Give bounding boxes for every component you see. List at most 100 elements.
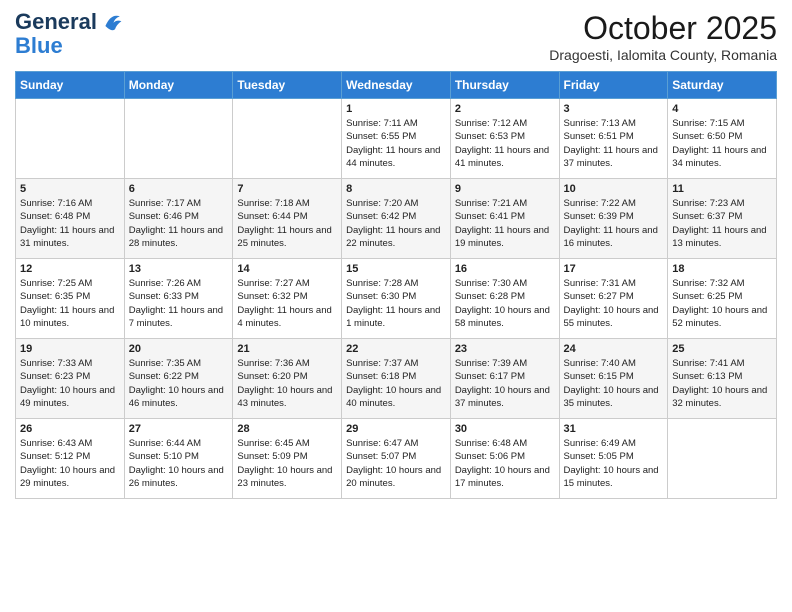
cell-content: Sunrise: 7:22 AM Sunset: 6:39 PM Dayligh… [564,197,664,250]
calendar-cell: 4 Sunrise: 7:15 AM Sunset: 6:50 PM Daylig… [668,99,777,179]
day-number: 14 [237,263,337,275]
day-number: 26 [20,423,120,435]
day-number: 3 [564,103,664,115]
day-number: 17 [564,263,664,275]
calendar-week-4: 19 Sunrise: 7:33 AM Sunset: 6:23 PM Dayli… [16,339,777,419]
cell-content: Sunrise: 7:32 AM Sunset: 6:25 PM Dayligh… [672,277,772,330]
day-number: 24 [564,343,664,355]
cell-content: Sunrise: 7:37 AM Sunset: 6:18 PM Dayligh… [346,357,446,410]
day-number: 18 [672,263,772,275]
calendar-cell: 16Sunrise: 7:30 AM Sunset: 6:28 PM Dayli… [450,259,559,339]
cell-content: Sunrise: 6:47 AM Sunset: 5:07 PM Dayligh… [346,437,446,490]
calendar-cell: 6Sunrise: 7:17 AM Sunset: 6:46 PM Daylig… [124,179,233,259]
day-number: 29 [346,423,446,435]
calendar-cell [668,419,777,499]
logo-blue: Blue [15,33,63,58]
day-number: 20 [129,343,229,355]
cell-content: Sunrise: 7:27 AM Sunset: 6:32 PM Dayligh… [237,277,337,330]
day-number: 13 [129,263,229,275]
calendar-cell: 7 Sunrise: 7:18 AM Sunset: 6:44 PM Daylig… [233,179,342,259]
calendar-cell: 24 Sunrise: 7:40 AM Sunset: 6:15 PM Dayli… [559,339,668,419]
day-number: 7 [237,183,337,195]
calendar-cell: 31 Sunrise: 6:49 AM Sunset: 5:05 PM Dayli… [559,419,668,499]
day-number: 19 [20,343,120,355]
title-block: October 2025 Dragoesti, Ialomita County,… [549,10,777,63]
day-number: 15 [346,263,446,275]
location: Dragoesti, Ialomita County, Romania [549,47,777,63]
cell-content: Sunrise: 7:16 AM Sunset: 6:48 PM Dayligh… [20,197,120,250]
cell-content: Sunrise: 7:35 AM Sunset: 6:22 PM Dayligh… [129,357,229,410]
day-number: 6 [129,183,229,195]
calendar-cell [16,99,125,179]
calendar-cell: 10 Sunrise: 7:22 AM Sunset: 6:39 PM Dayli… [559,179,668,259]
month-title: October 2025 [549,10,777,47]
cell-content: Sunrise: 6:45 AM Sunset: 5:09 PM Dayligh… [237,437,337,490]
day-number: 5 [20,183,120,195]
calendar-cell: 1Sunrise: 7:11 AM Sunset: 6:55 PM Daylig… [342,99,451,179]
calendar-cell: 14 Sunrise: 7:27 AM Sunset: 6:32 PM Dayli… [233,259,342,339]
cell-content: Sunrise: 7:15 AM Sunset: 6:50 PM Dayligh… [672,117,772,170]
weekday-header-sunday: Sunday [16,72,125,99]
weekday-header-row: SundayMondayTuesdayWednesdayThursdayFrid… [16,72,777,99]
day-number: 28 [237,423,337,435]
weekday-header-wednesday: Wednesday [342,72,451,99]
calendar-cell: 25 Sunrise: 7:41 AM Sunset: 6:13 PM Dayli… [668,339,777,419]
cell-content: Sunrise: 7:20 AM Sunset: 6:42 PM Dayligh… [346,197,446,250]
cell-content: Sunrise: 7:26 AM Sunset: 6:33 PM Dayligh… [129,277,229,330]
calendar-cell: 13 Sunrise: 7:26 AM Sunset: 6:33 PM Dayli… [124,259,233,339]
calendar-cell: 15 Sunrise: 7:28 AM Sunset: 6:30 PM Dayli… [342,259,451,339]
day-number: 11 [672,183,772,195]
day-number: 10 [564,183,664,195]
day-number: 31 [564,423,664,435]
calendar-cell: 9Sunrise: 7:21 AM Sunset: 6:41 PM Daylig… [450,179,559,259]
cell-content: Sunrise: 7:13 AM Sunset: 6:51 PM Dayligh… [564,117,664,170]
calendar-cell: 29 Sunrise: 6:47 AM Sunset: 5:07 PM Dayli… [342,419,451,499]
calendar-cell: 26 Sunrise: 6:43 AM Sunset: 5:12 PM Dayli… [16,419,125,499]
cell-content: Sunrise: 6:43 AM Sunset: 5:12 PM Dayligh… [20,437,120,490]
cell-content: Sunrise: 7:25 AM Sunset: 6:35 PM Dayligh… [20,277,120,330]
weekday-header-friday: Friday [559,72,668,99]
cell-content: Sunrise: 7:12 AM Sunset: 6:53 PM Dayligh… [455,117,555,170]
calendar-cell [124,99,233,179]
calendar-cell: 22Sunrise: 7:37 AM Sunset: 6:18 PM Dayli… [342,339,451,419]
logo: General Blue [15,10,123,58]
day-number: 4 [672,103,772,115]
cell-content: Sunrise: 6:44 AM Sunset: 5:10 PM Dayligh… [129,437,229,490]
page-header: General Blue October 2025 Dragoesti, Ial… [15,10,777,63]
calendar-cell: 3 Sunrise: 7:13 AM Sunset: 6:51 PM Daylig… [559,99,668,179]
calendar-cell: 12Sunrise: 7:25 AM Sunset: 6:35 PM Dayli… [16,259,125,339]
calendar-week-1: 1Sunrise: 7:11 AM Sunset: 6:55 PM Daylig… [16,99,777,179]
page-container: General Blue October 2025 Dragoesti, Ial… [0,0,792,509]
day-number: 30 [455,423,555,435]
calendar-cell [233,99,342,179]
logo-general: General [15,10,97,34]
calendar-week-5: 26 Sunrise: 6:43 AM Sunset: 5:12 PM Dayli… [16,419,777,499]
calendar-table: SundayMondayTuesdayWednesdayThursdayFrid… [15,71,777,499]
weekday-header-saturday: Saturday [668,72,777,99]
day-number: 2 [455,103,555,115]
calendar-cell: 21 Sunrise: 7:36 AM Sunset: 6:20 PM Dayli… [233,339,342,419]
cell-content: Sunrise: 7:41 AM Sunset: 6:13 PM Dayligh… [672,357,772,410]
day-number: 27 [129,423,229,435]
logo-icon [99,10,123,34]
cell-content: Sunrise: 7:28 AM Sunset: 6:30 PM Dayligh… [346,277,446,330]
day-number: 9 [455,183,555,195]
day-number: 25 [672,343,772,355]
cell-content: Sunrise: 7:36 AM Sunset: 6:20 PM Dayligh… [237,357,337,410]
day-number: 21 [237,343,337,355]
cell-content: Sunrise: 7:18 AM Sunset: 6:44 PM Dayligh… [237,197,337,250]
calendar-cell: 18 Sunrise: 7:32 AM Sunset: 6:25 PM Dayli… [668,259,777,339]
day-number: 8 [346,183,446,195]
day-number: 16 [455,263,555,275]
calendar-week-3: 12Sunrise: 7:25 AM Sunset: 6:35 PM Dayli… [16,259,777,339]
cell-content: Sunrise: 7:31 AM Sunset: 6:27 PM Dayligh… [564,277,664,330]
cell-content: Sunrise: 7:33 AM Sunset: 6:23 PM Dayligh… [20,357,120,410]
calendar-cell: 28 Sunrise: 6:45 AM Sunset: 5:09 PM Dayli… [233,419,342,499]
calendar-cell: 23Sunrise: 7:39 AM Sunset: 6:17 PM Dayli… [450,339,559,419]
weekday-header-thursday: Thursday [450,72,559,99]
weekday-header-tuesday: Tuesday [233,72,342,99]
cell-content: Sunrise: 7:40 AM Sunset: 6:15 PM Dayligh… [564,357,664,410]
calendar-cell: 2 Sunrise: 7:12 AM Sunset: 6:53 PM Daylig… [450,99,559,179]
cell-content: Sunrise: 6:49 AM Sunset: 5:05 PM Dayligh… [564,437,664,490]
calendar-cell: 27 Sunrise: 6:44 AM Sunset: 5:10 PM Dayli… [124,419,233,499]
